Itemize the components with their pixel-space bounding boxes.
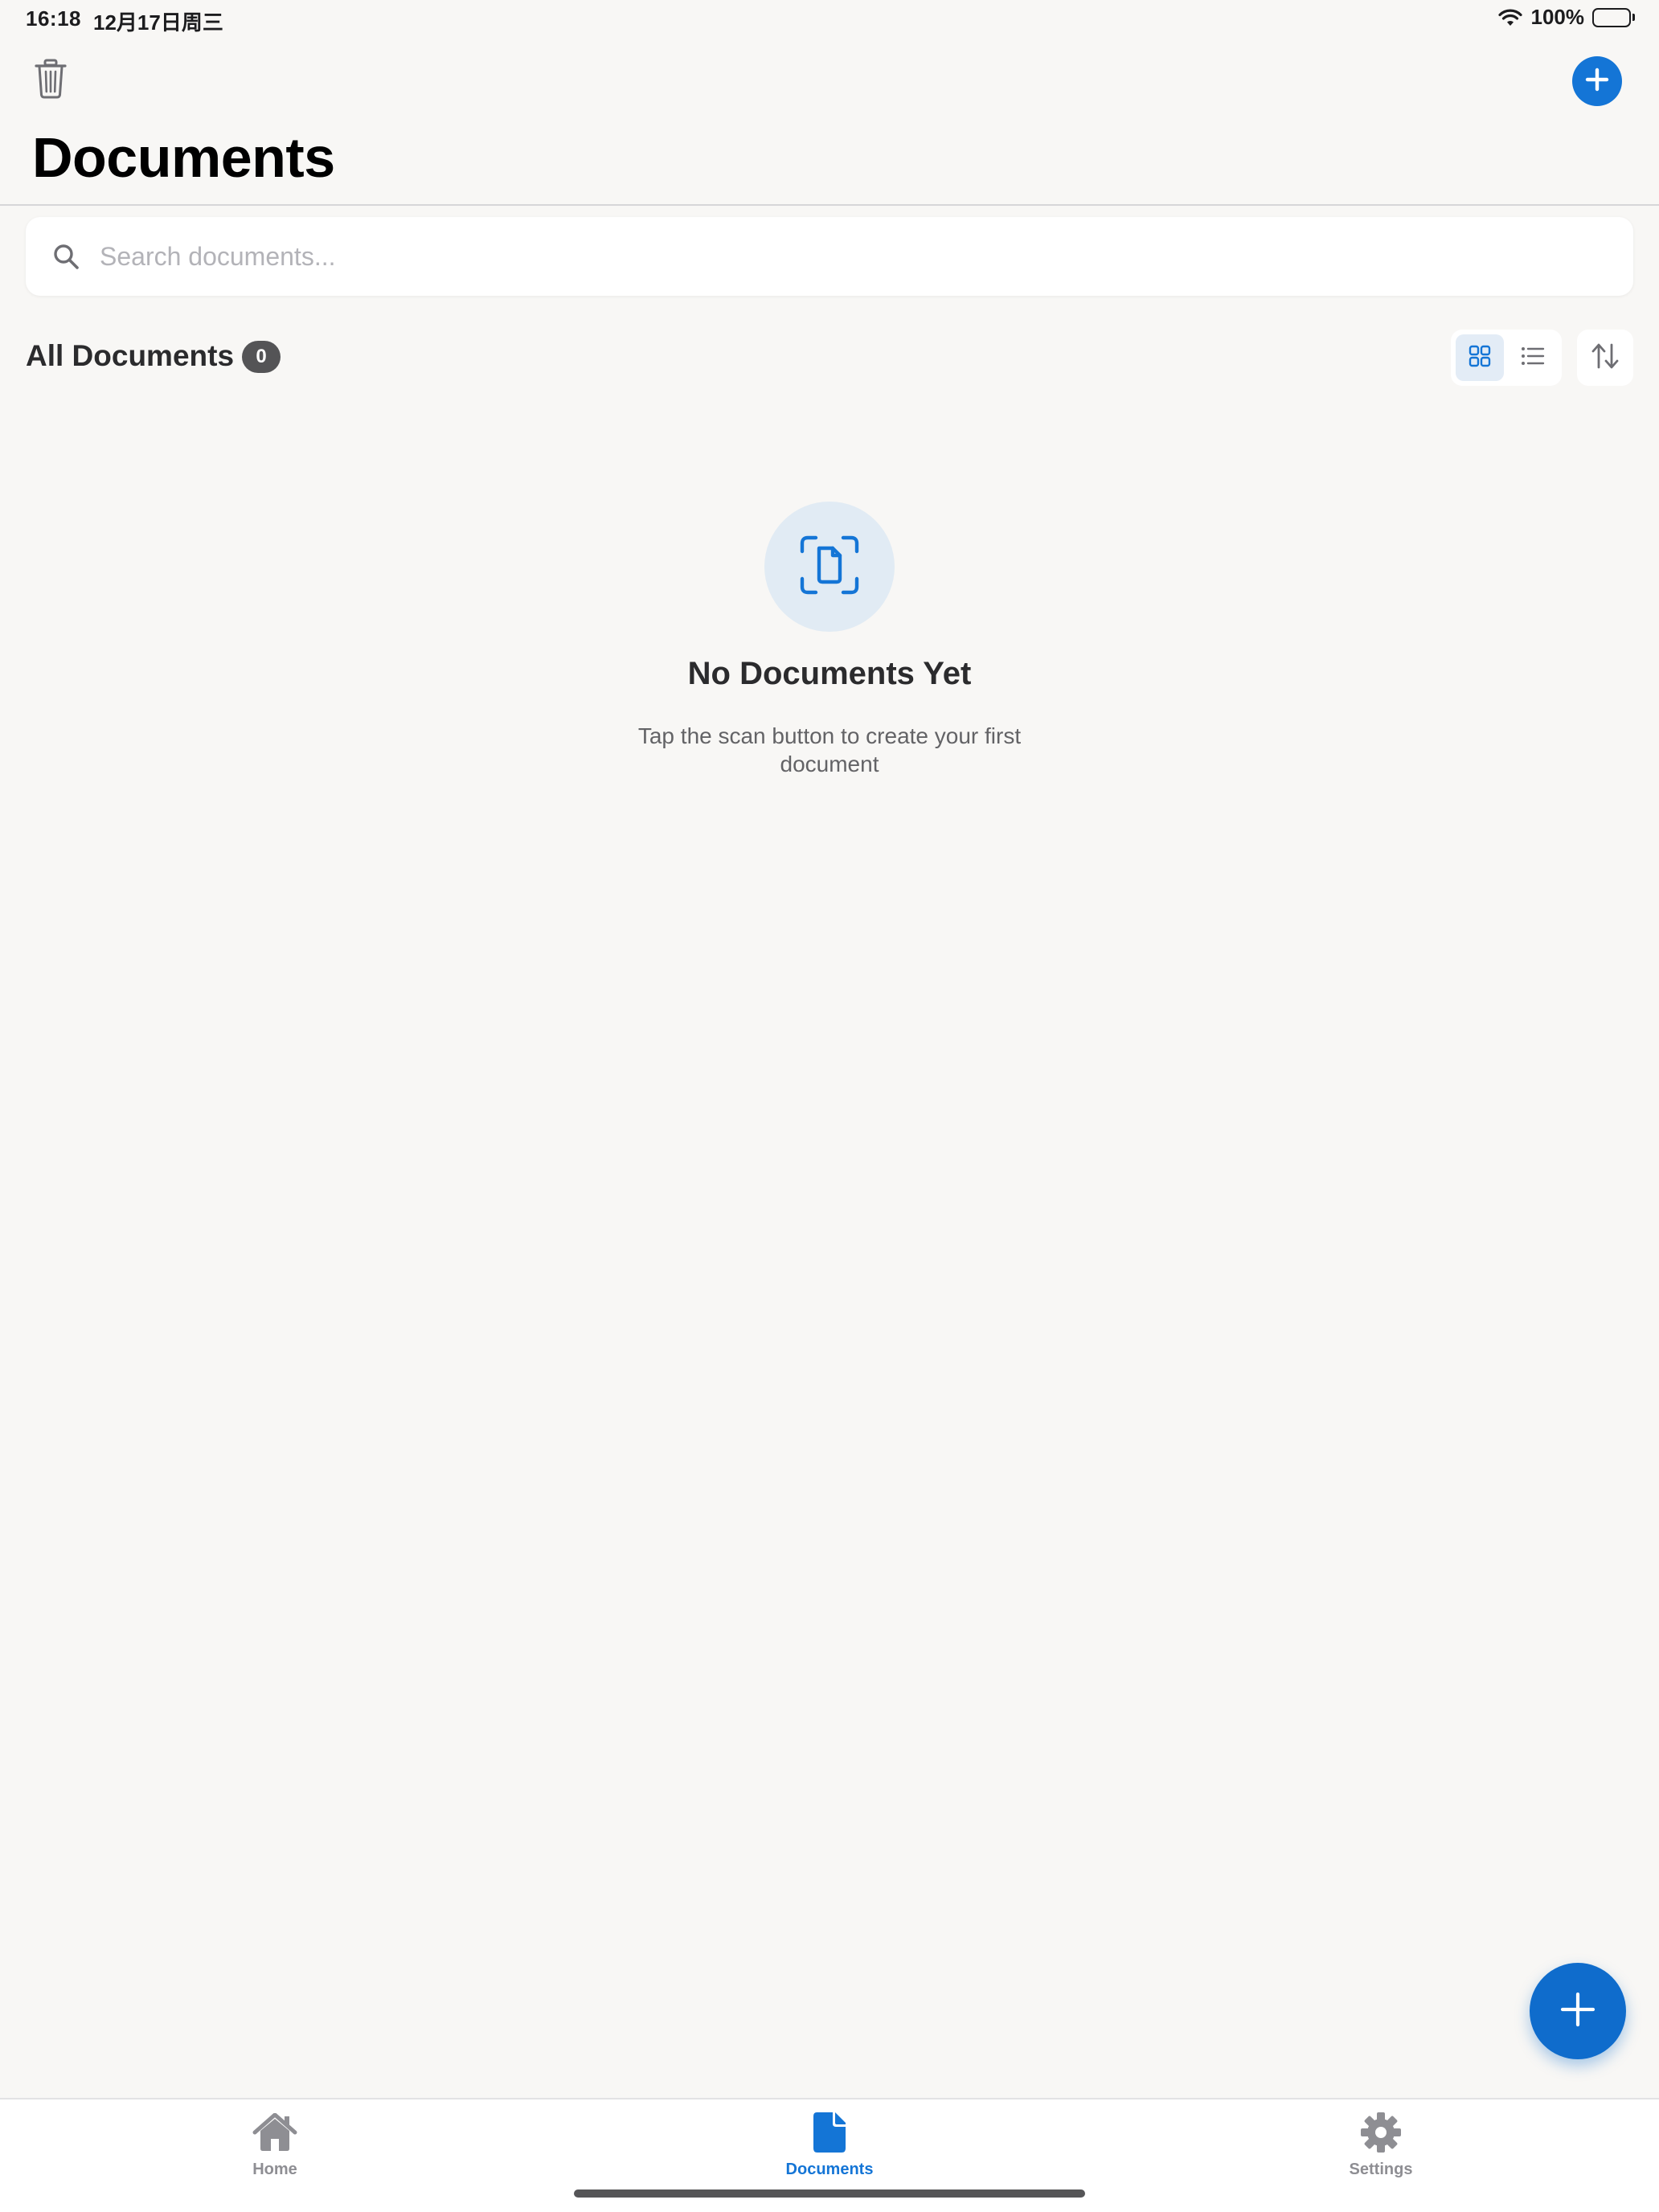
sort-arrows-icon xyxy=(1591,342,1620,374)
scan-fab-button[interactable] xyxy=(1530,1963,1626,2059)
sort-button[interactable] xyxy=(1577,330,1633,386)
wifi-icon xyxy=(1497,8,1523,27)
document-count-badge: 0 xyxy=(242,341,281,373)
tab-home[interactable]: Home xyxy=(186,2111,363,2179)
trash-button[interactable] xyxy=(31,58,71,103)
status-bar: 16:18 12月17日周三 100% xyxy=(0,0,1659,39)
empty-state-subtitle: Tap the scan button to create your first… xyxy=(637,723,1022,776)
search-icon xyxy=(50,240,82,272)
gear-icon xyxy=(1360,2111,1402,2154)
grid-icon xyxy=(1469,345,1491,371)
status-time: 16:18 xyxy=(26,6,81,31)
tab-settings[interactable]: Settings xyxy=(1292,2111,1469,2179)
grid-view-button[interactable] xyxy=(1456,334,1504,381)
add-document-button[interactable] xyxy=(1572,56,1622,106)
plus-icon xyxy=(1583,66,1611,97)
list-view-button[interactable] xyxy=(1509,334,1557,381)
house-icon xyxy=(252,2111,297,2154)
empty-state-title: No Documents Yet xyxy=(687,656,972,691)
app-root: 16:18 12月17日周三 100% Documents Search doc… xyxy=(0,0,1659,2212)
tab-home-label: Home xyxy=(252,2161,297,2178)
tab-documents-label: Documents xyxy=(785,2161,874,2178)
tab-documents[interactable]: Documents xyxy=(741,2111,918,2179)
tab-settings-label: Settings xyxy=(1349,2161,1413,2178)
plus-icon xyxy=(1560,1992,1596,2031)
empty-state-illustration xyxy=(764,502,895,632)
document-scan-icon xyxy=(800,535,859,599)
view-mode-toggle xyxy=(1451,330,1562,386)
battery-icon xyxy=(1592,7,1635,27)
document-icon xyxy=(813,2111,846,2154)
section-title: All Documents xyxy=(26,339,235,372)
status-indicators: 100% xyxy=(1497,5,1635,30)
search-input[interactable] xyxy=(100,241,1546,272)
home-indicator[interactable] xyxy=(574,2189,1085,2198)
search-bar[interactable] xyxy=(26,217,1633,296)
trash-icon xyxy=(34,59,68,103)
status-date: 12月17日周三 xyxy=(93,10,223,35)
header-divider xyxy=(0,204,1659,206)
battery-percentage: 100% xyxy=(1530,5,1585,29)
page-title: Documents xyxy=(32,126,335,189)
list-icon xyxy=(1521,346,1545,371)
